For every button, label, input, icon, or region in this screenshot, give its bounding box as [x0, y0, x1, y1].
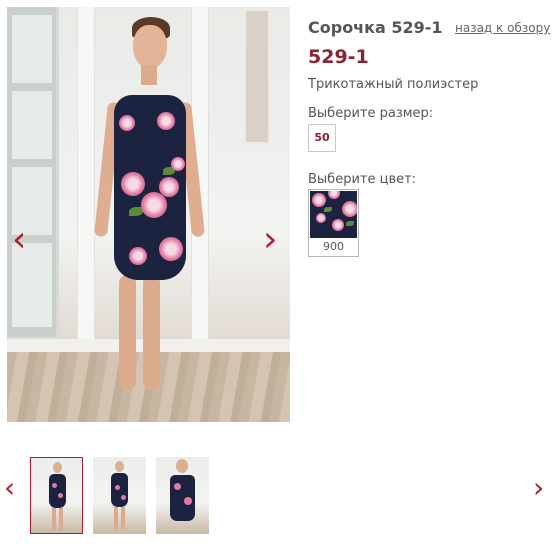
thumbnail-front[interactable]	[30, 457, 83, 534]
thumbs-next-arrow-icon[interactable]: ›	[533, 470, 544, 506]
size-label: Выберите размер:	[308, 106, 434, 121]
product-material: Трикотажный полиэстер	[308, 77, 479, 92]
color-swatch-image	[310, 191, 357, 238]
photo-background-window	[7, 7, 59, 337]
photo-background-frame	[244, 9, 270, 144]
size-option-50[interactable]: 50	[308, 124, 336, 152]
thumbnail-closeup[interactable]	[156, 457, 209, 534]
color-label: Выберите цвет:	[308, 172, 417, 187]
color-code: 900	[323, 240, 344, 253]
main-product-image[interactable]: ‹ ›	[7, 7, 290, 422]
next-image-arrow-icon[interactable]: ›	[263, 222, 277, 258]
product-title: Сорочка 529-1	[308, 18, 443, 37]
thumbnail-front-side[interactable]	[93, 457, 146, 534]
prev-image-arrow-icon[interactable]: ‹	[12, 222, 26, 258]
back-to-overview-link[interactable]: назад к обзору	[455, 21, 550, 35]
thumbs-prev-arrow-icon[interactable]: ‹	[4, 470, 15, 506]
color-option-900[interactable]: 900	[308, 189, 359, 257]
product-article: 529-1	[308, 46, 369, 68]
